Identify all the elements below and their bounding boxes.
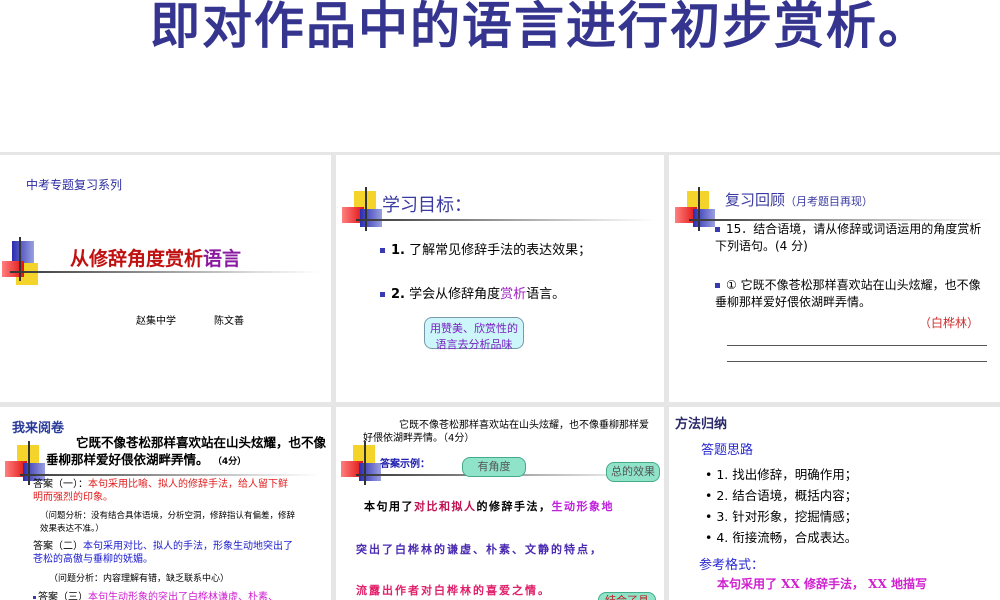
subheading-format: 参考格式：	[699, 558, 765, 573]
slide-decoration-icon	[342, 187, 386, 235]
goal-item-1: 1. 了解常见修辞手法的表达效果；	[380, 239, 591, 258]
answer-line-2: 突出了白桦林的谦虚、朴素、文静的特点，	[356, 543, 603, 556]
banner: 即对作品中的语言进行初步赏析。	[0, 0, 1000, 152]
callout-bubble: 用赞美、欣赏性的语言去分析品味	[424, 317, 524, 351]
slide-heading: 方法归纳	[675, 417, 728, 432]
answer-line-1: 本句用了对比和拟人的修辞手法，生动形象地	[364, 500, 614, 513]
slide-thumbnail-1[interactable]: 中考专题复习系列 从修辞角度赏析语言 赵集中学 陈文善	[0, 155, 331, 402]
step-2: • 2. 结合语境，概括内容；	[705, 488, 858, 503]
slide-heading: 答案示例：	[380, 459, 430, 470]
slide-heading: 学习目标：	[382, 195, 472, 216]
callout-bubble: 有角度	[462, 457, 526, 477]
school-label: 赵集中学	[136, 316, 176, 327]
question-item: 15．结合语境，请从修辞或词语运用的角度赏析下列语句。(4 分)	[715, 222, 982, 253]
slide-decoration-icon	[341, 441, 385, 489]
slide-decoration-icon	[2, 237, 46, 285]
slide-heading: 复习回顾（月考题目再现）	[725, 191, 874, 209]
answer-2: 答案（二）本句采用对比、拟人的手法，形象生动地突出了苍松的高傲与垂柳的妩媚。	[33, 541, 293, 565]
step-4: • 4. 衔接流畅，合成表达。	[705, 530, 858, 545]
slide-decoration-icon	[675, 187, 719, 235]
callout-bubble: 结合了具	[598, 592, 656, 600]
author-label: 陈文善	[214, 316, 244, 327]
slide-thumbnail-2[interactable]: 学习目标： 1. 了解常见修辞手法的表达效果； 2. 学会从修辞角度赏析语言。 …	[336, 155, 664, 402]
callout-bubble: 总的效果	[606, 462, 660, 482]
step-1: • 1. 找出修辞，明确作用；	[705, 467, 858, 482]
answer-3: 答案（三）本句生动形象的突出了白桦林谦虚、朴素、	[33, 588, 278, 600]
banner-title: 即对作品中的语言进行初步赏析。	[150, 0, 930, 55]
answer-2-note: （问题分析：内容理解有错，缺乏联系中心）	[49, 574, 230, 584]
answer-line-3: 流露出作者对白桦林的喜爱之情。	[356, 584, 551, 597]
subheading-approach: 答题思路	[701, 443, 754, 458]
answer-1: 答案（一）：本句采用比喻、拟人的修辞手法，给人留下鲜明而强烈的印象。	[33, 479, 288, 503]
exam-sentence: 它既不像苍松那样喜欢站在山头炫耀，也不像垂柳那样爱好偎依湖畔弄情。（4分）	[363, 420, 649, 444]
exam-sentence: 它既不像苍松那样喜欢站在山头炫耀，也不像垂柳那样爱好偎依湖畔弄情。 （4分）	[46, 435, 327, 467]
step-3: • 3. 针对形象，挖掘情感；	[705, 509, 858, 524]
source-label: （白桦林）	[919, 316, 980, 330]
format-text: 本句采用了 XX 修辞手法， XX 地描写	[717, 577, 927, 591]
slide-thumbnail-6[interactable]: 方法归纳 答题思路 • 1. 找出修辞，明确作用； • 2. 结合语境，概括内容…	[669, 407, 1000, 600]
goal-item-2: 2. 学会从修辞角度赏析语言。	[380, 283, 565, 302]
slide-title: 从修辞角度赏析语言	[70, 248, 242, 270]
slide-thumbnail-3[interactable]: 复习回顾（月考题目再现） 15．结合语境，请从修辞或词语运用的角度赏析下列语句。…	[669, 155, 1000, 402]
slide-thumbnail-5[interactable]: 它既不像苍松那样喜欢站在山头炫耀，也不像垂柳那样爱好偎依湖畔弄情。（4分） 答案…	[336, 407, 664, 600]
slide-thumbnail-4[interactable]: 我来阅卷 它既不像苍松那样喜欢站在山头炫耀，也不像垂柳那样爱好偎依湖畔弄情。 （…	[0, 407, 331, 600]
sentence-item: ① 它既不像苍松那样喜欢站在山头炫耀，也不像垂柳那样爱好偎依湖畔弄情。	[715, 278, 981, 309]
answer-1-note: （问题分析：没有结合具体语境，分析空洞，修辞指认有偏差，修辞效果表达不准。）	[40, 511, 296, 534]
series-label: 中考专题复习系列	[26, 178, 123, 192]
